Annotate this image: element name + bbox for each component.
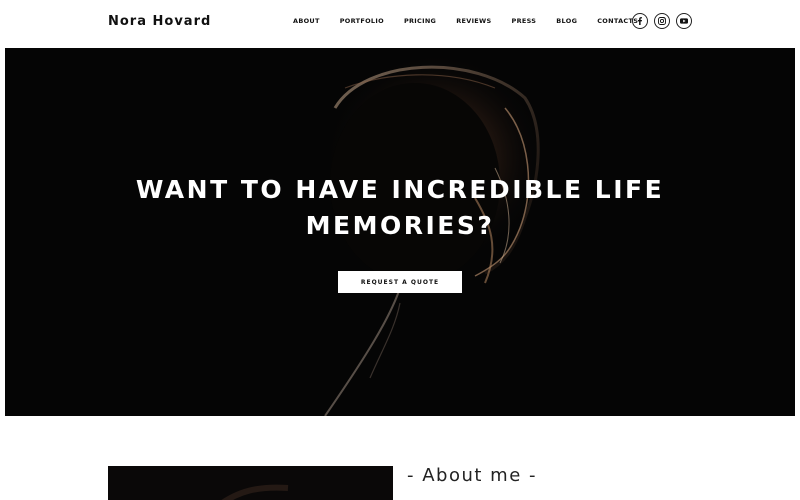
hero-title: WANT TO HAVE INCREDIBLE LIFE MEMORIES? xyxy=(5,172,795,244)
about-title: - About me - xyxy=(407,465,537,486)
youtube-icon[interactable] xyxy=(676,13,692,29)
nav-item-press[interactable]: PRESS xyxy=(512,17,537,25)
instagram-icon[interactable] xyxy=(654,13,670,29)
about-image xyxy=(108,466,393,500)
main-nav: ABOUT PORTFOLIO PRICING REVIEWS PRESS BL… xyxy=(293,17,638,25)
nav-item-portfolio[interactable]: PORTFOLIO xyxy=(340,17,384,25)
brand-logo[interactable]: Nora Hovard xyxy=(108,14,211,29)
hero-title-line-1: WANT TO HAVE INCREDIBLE LIFE xyxy=(135,175,665,204)
facebook-icon[interactable] xyxy=(632,13,648,29)
social-links xyxy=(632,13,692,29)
site-header: Nora Hovard ABOUT PORTFOLIO PRICING REVI… xyxy=(0,0,800,46)
nav-item-about[interactable]: ABOUT xyxy=(293,17,320,25)
hero-banner: WANT TO HAVE INCREDIBLE LIFE MEMORIES? R… xyxy=(5,48,795,416)
hero-title-line-2: MEMORIES? xyxy=(305,211,495,240)
request-quote-button[interactable]: REQUEST A QUOTE xyxy=(338,271,462,293)
nav-item-pricing[interactable]: PRICING xyxy=(404,17,436,25)
nav-item-blog[interactable]: BLOG xyxy=(556,17,577,25)
nav-item-reviews[interactable]: REVIEWS xyxy=(456,17,491,25)
